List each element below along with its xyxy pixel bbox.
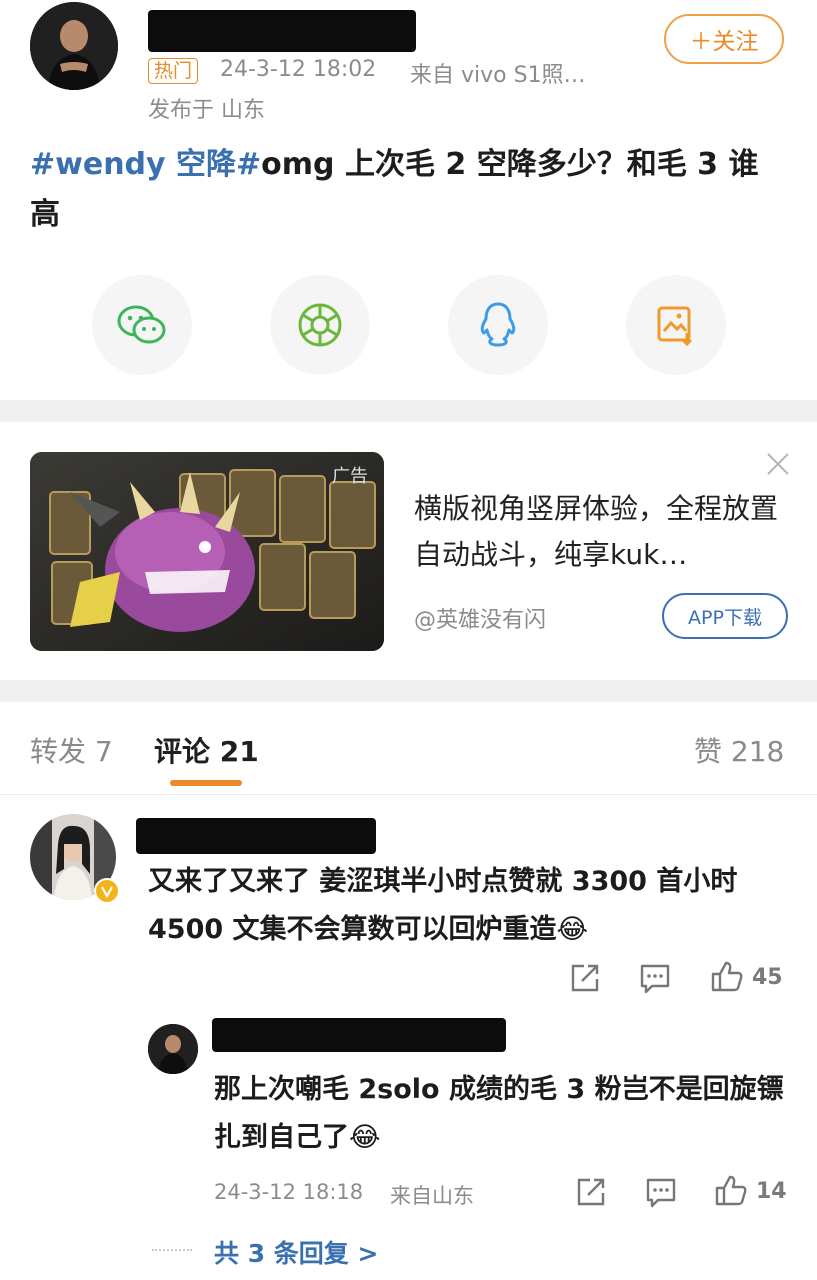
post-body: #wendy 空降#omg 上次毛 2 空降多少？和毛 3 谁高 <box>30 140 780 240</box>
author-avatar[interactable] <box>30 2 118 90</box>
comment-reply-button[interactable] <box>638 962 672 994</box>
close-icon <box>767 453 789 475</box>
reply-author-redacted[interactable] <box>212 1018 506 1052</box>
comment-like-button[interactable]: 45 <box>710 960 783 994</box>
share-qq-button[interactable] <box>448 275 548 375</box>
thumbs-up-icon <box>715 1175 747 1206</box>
reply-text: 那上次嘲毛 2solo 成绩的毛 3 粉岂不是回旋镖扎到自己了😂 <box>214 1074 784 1153</box>
save-image-icon <box>657 306 693 347</box>
moments-icon <box>298 303 342 347</box>
ad-close-button[interactable] <box>762 448 794 480</box>
post-source[interactable]: 来自 vivo S1照… <box>410 57 586 89</box>
more-replies-link[interactable]: 共 3 条回复 > <box>214 1234 378 1270</box>
post-timestamp: 24-3-12 18:02 <box>220 57 377 82</box>
ad-image[interactable]: 广告 <box>30 452 384 651</box>
follow-button[interactable]: ＋关注 <box>664 14 784 64</box>
tab-repost[interactable]: 转发 7 <box>30 730 113 770</box>
more-replies-dots <box>152 1249 192 1251</box>
repost-icon <box>577 1178 605 1206</box>
like-count: 45 <box>752 964 783 990</box>
ad-text[interactable]: 横版视角竖屏体验，全程放置自动战斗，纯享kuk… <box>414 486 784 578</box>
reply-like-button[interactable]: 14 <box>714 1174 787 1208</box>
comment-repost-button[interactable] <box>568 962 602 994</box>
comment-text: 又来了又来了 姜涩琪半小时点赞就 3300 首小时 4500 文集不会算数可以回… <box>148 866 738 945</box>
reply-avatar[interactable] <box>148 1024 198 1074</box>
like-count: 14 <box>756 1178 787 1204</box>
laugh-cry-emoji: 😂 <box>349 1122 381 1153</box>
tabs-divider <box>0 794 817 795</box>
comment-icon <box>640 964 670 994</box>
reply-repost-button[interactable] <box>574 1176 608 1208</box>
repost-icon <box>571 964 599 992</box>
post-location: 发布于 山东 <box>148 98 265 123</box>
thumbs-up-icon <box>711 961 743 992</box>
commenter-name-redacted[interactable] <box>136 818 376 854</box>
app-download-button[interactable]: APP下载 <box>662 593 788 639</box>
ad-badge: 广告 <box>332 466 368 487</box>
tab-likes[interactable]: 赞 218 <box>694 730 784 770</box>
reply-timestamp: 24-3-12 18:18 <box>214 1180 364 1204</box>
verified-icon <box>101 886 113 898</box>
section-divider <box>0 400 817 422</box>
hashtag-link[interactable]: #wendy 空降# <box>30 147 261 182</box>
verified-badge <box>94 878 120 904</box>
hot-tag: 热门 <box>148 58 199 84</box>
ad-advertiser[interactable]: @英雄没有闪 <box>414 602 546 634</box>
active-tab-indicator <box>170 780 242 786</box>
wechat-icon <box>117 305 166 344</box>
reply-source: 来自山东 <box>390 1184 474 1208</box>
laugh-cry-emoji: 😂 <box>556 914 589 945</box>
share-wechat-button[interactable] <box>92 275 192 375</box>
qq-icon <box>480 302 516 347</box>
share-moments-button[interactable] <box>270 275 370 375</box>
reply-comment-button[interactable] <box>644 1176 678 1208</box>
comment-icon <box>646 1178 676 1208</box>
section-divider <box>0 680 817 702</box>
author-name-redacted[interactable] <box>148 10 416 52</box>
save-image-button[interactable] <box>626 275 726 375</box>
tab-comments[interactable]: 评论 21 <box>154 730 259 770</box>
